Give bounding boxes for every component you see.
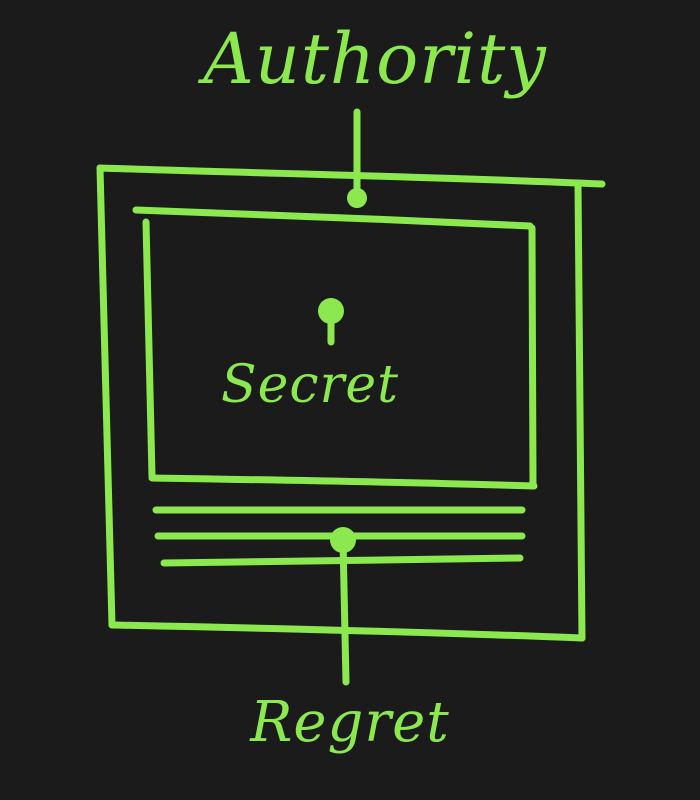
authority-label: Authority xyxy=(203,18,547,100)
secret-label: Secret xyxy=(220,355,400,415)
secret-pin-head xyxy=(318,298,344,324)
regret-connector-dot xyxy=(330,527,356,553)
regret-label: Regret xyxy=(250,690,450,755)
regret-connector-line xyxy=(339,536,350,686)
authority-connector-dot xyxy=(347,188,367,208)
